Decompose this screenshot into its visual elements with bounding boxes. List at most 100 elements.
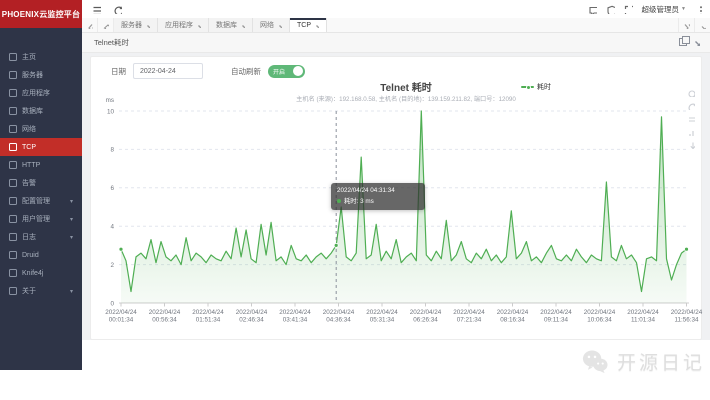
tab-close-icon[interactable] (277, 23, 282, 28)
sidebar-item-label: 数据库 (22, 106, 43, 116)
sidebar-item-tcp[interactable]: TCP (0, 138, 82, 156)
sidebar-item-alarm[interactable]: 告警 (0, 174, 82, 192)
sidebar-item-about[interactable]: 关于▾ (0, 282, 82, 300)
popout-icon[interactable] (679, 38, 687, 46)
x-axis-label: 2022/04/2403:41:34 (279, 309, 311, 324)
svg-text:2: 2 (110, 262, 114, 269)
refresh-icon[interactable] (113, 5, 122, 14)
chart-legend[interactable]: 耗时 (521, 82, 551, 92)
knife4j-icon (9, 269, 17, 277)
tab-label: 数据库 (216, 20, 237, 30)
tab-strip: 服务器应用程序 数据库 网络TCP (82, 18, 710, 33)
date-input[interactable] (133, 63, 203, 79)
app-logo: PHOENIX云监控平台 (0, 0, 82, 28)
legend-label: 耗时 (537, 82, 551, 92)
sidebar-item-application[interactable]: 应用程序 (0, 84, 82, 102)
x-axis-label: 2022/04/2404:36:34 (323, 309, 355, 324)
message-icon[interactable] (588, 5, 597, 14)
bar-chart-icon[interactable] (687, 128, 695, 136)
tab-list: 服务器应用程序 数据库 网络TCP (114, 18, 327, 32)
panel-window-controls (679, 32, 700, 52)
tab-服务器[interactable]: 服务器 (114, 18, 158, 32)
config-gear-icon (9, 197, 17, 205)
sidebar-item-label: 应用程序 (22, 88, 50, 98)
alarm-icon (9, 179, 17, 187)
user-dropdown[interactable]: 超级管理员 ▼ (642, 4, 686, 15)
watermark: 开源日记 (580, 348, 705, 375)
tab-应用程序[interactable]: 应用程序 (158, 18, 209, 32)
sidebar-item-http[interactable]: HTTP (0, 156, 82, 174)
tab-网络[interactable]: 网络 (253, 18, 290, 32)
tab-TCP[interactable]: TCP (290, 18, 327, 32)
sidebar-item-server[interactable]: 服务器 (0, 66, 82, 84)
application-icon (9, 89, 17, 97)
tabs-menu-icon[interactable] (694, 18, 710, 32)
zoom-icon[interactable] (687, 89, 695, 97)
sidebar-item-log[interactable]: 日志 ▾ (0, 228, 82, 246)
chart-title: Telnet 耗时 (380, 79, 431, 94)
sidebar-item-network[interactable]: 网络 (0, 120, 82, 138)
x-axis-label: 2022/04/2406:26:34 (410, 309, 442, 324)
sidebar-item-config[interactable]: 配置管理▾ (0, 192, 82, 210)
menu-collapse-icon[interactable] (92, 5, 101, 14)
x-axis-label: 2022/04/2402:46:34 (236, 309, 268, 324)
watermark-text: 开源日记 (617, 348, 705, 375)
x-axis-label: 2022/04/2411:01:34 (627, 309, 659, 324)
chart-card: 日期 自动刷新 开启 Telnet 耗时 主机名 (来源)：192.168.0.… (90, 56, 702, 340)
server-icon (9, 71, 17, 79)
sidebar-item-label: Knife4j (22, 270, 43, 277)
more-vertical-icon[interactable] (695, 5, 704, 14)
top-navbar: 超级管理员 ▼ (82, 0, 710, 19)
x-axis-label: 2022/04/2400:01:34 (105, 309, 137, 324)
chevron-down-icon: ▾ (70, 288, 73, 295)
tab-label: 应用程序 (165, 20, 193, 30)
chevron-down-icon: ▾ (70, 216, 73, 223)
network-icon (9, 125, 17, 133)
tab-数据库[interactable]: 数据库 (209, 18, 253, 32)
sidebar-item-label: TCP (22, 144, 36, 151)
close-icon[interactable] (693, 39, 700, 46)
tab-close-icon[interactable] (145, 23, 150, 28)
tabs-scroll-left-icon[interactable] (82, 18, 98, 32)
data-point-marker (334, 243, 338, 247)
telnet-chart[interactable]: 0246810ms2022/04/2400:01:342022/04/2400:… (91, 83, 701, 337)
tcp-icon (9, 143, 17, 151)
sidebar-item-label: 用户管理 (22, 214, 50, 224)
home-icon (9, 53, 17, 61)
x-axis-label: 2022/04/2401:51:34 (192, 309, 224, 324)
chart-area (121, 111, 687, 303)
sidebar-item-knife4j[interactable]: Knife4j (0, 264, 82, 282)
svg-text:ms: ms (106, 97, 114, 104)
chevron-down-icon: ▼ (681, 6, 686, 12)
data-point-marker (119, 247, 123, 251)
auto-refresh-toggle[interactable]: 开启 (268, 65, 305, 78)
sidebar-item-label: 配置管理 (22, 196, 50, 206)
x-axis-label: 2022/04/2411:56:34 (671, 309, 703, 324)
tab-close-icon[interactable] (196, 23, 201, 28)
sidebar-item-database[interactable]: 数据库 (0, 102, 82, 120)
toggle-state-label: 开启 (273, 67, 293, 76)
date-label: 日期 (111, 66, 126, 77)
sidebar-item-user-mgmt[interactable]: 用户管理 ▾ (0, 210, 82, 228)
wechat-icon (580, 349, 610, 374)
navbar-right: 超级管理员 ▼ (588, 0, 704, 18)
sidebar-item-druid[interactable]: Druid (0, 246, 82, 264)
sidebar-item-label: 日志 (22, 232, 36, 242)
chart-subtitle: 主机名 (来源)：192.168.0.58, 主机名 (目的地)：139.159… (296, 94, 516, 103)
save-image-icon[interactable] (687, 141, 695, 149)
phoenix-monitoring-page: PHOENIX云监控平台 主页服务器应用程序数据库网络TCPHTTP告警配置管理… (0, 0, 710, 400)
home-tab-icon[interactable] (98, 18, 114, 32)
fullscreen-icon[interactable] (624, 5, 633, 14)
data-view-icon[interactable] (687, 115, 695, 123)
shield-icon[interactable] (606, 5, 615, 14)
tabs-scroll-right-icon[interactable] (678, 18, 694, 32)
user-name: 超级管理员 (642, 4, 680, 15)
restore-icon[interactable] (687, 102, 695, 110)
chevron-down-icon: ▾ (70, 234, 73, 241)
x-axis-label: 2022/04/2405:31:34 (366, 309, 398, 324)
x-axis-label: 2022/04/2410:06:34 (584, 309, 616, 324)
tab-close-icon[interactable] (314, 23, 319, 28)
toggle-knob (293, 66, 303, 76)
tab-close-icon[interactable] (240, 23, 245, 28)
sidebar-item-home[interactable]: 主页 (0, 48, 82, 66)
